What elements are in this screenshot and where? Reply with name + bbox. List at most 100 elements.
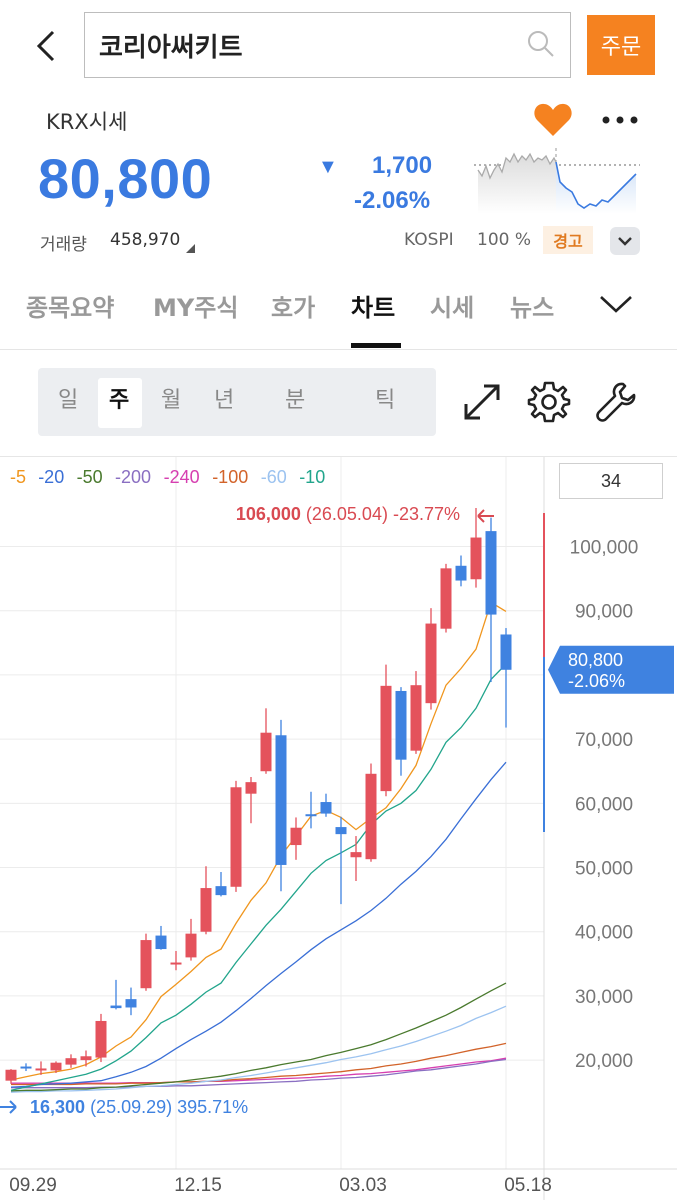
- candle-body: [395, 690, 407, 760]
- candle-body: [125, 999, 137, 1008]
- expand-arrows-icon[interactable]: [460, 380, 504, 424]
- ma-20-line: [10, 761, 507, 1088]
- candle-body: [410, 685, 422, 751]
- change-percent: -2.06%: [354, 187, 431, 214]
- tab-orderbook[interactable]: 호가: [271, 288, 315, 323]
- candle-body: [110, 1005, 122, 1009]
- intraday-mini-chart[interactable]: [474, 148, 640, 214]
- stock-search-input[interactable]: [99, 30, 519, 60]
- back-button[interactable]: [22, 22, 70, 70]
- change-amount: 1,700: [372, 152, 433, 179]
- y-tick-label: 90,000: [575, 602, 633, 623]
- candle-body: [80, 1056, 92, 1061]
- gear-icon[interactable]: [527, 380, 571, 424]
- stock-search-field[interactable]: [84, 12, 571, 78]
- down-triangle-icon: ▼: [318, 156, 338, 178]
- margin-rate-label: 100 %: [477, 230, 532, 250]
- volume-corner-indicator: [186, 244, 195, 253]
- order-button[interactable]: 주문: [587, 15, 655, 75]
- current-price-tag-value: 80,800: [568, 650, 623, 670]
- low-price-detail: (25.09.29) 395.71%: [90, 1097, 248, 1117]
- tab-chart[interactable]: 차트: [351, 288, 395, 323]
- candle-body: [230, 787, 242, 887]
- chevron-left-icon: [36, 30, 55, 62]
- candle-body: [95, 1020, 107, 1058]
- candle-body: [215, 886, 227, 896]
- ma-10-line: [10, 663, 507, 1091]
- search-icon[interactable]: [526, 29, 556, 59]
- more-dots-icon[interactable]: [600, 108, 640, 132]
- volume-value: 458,970: [110, 230, 181, 250]
- x-tick-label: 12.15: [174, 1175, 222, 1196]
- tab-bar: 종목요약 MY주식 호가 차트 시세 뉴스: [0, 280, 677, 350]
- tab-my-stock[interactable]: MY주식: [153, 288, 238, 323]
- market-label: KRX시세: [46, 110, 128, 134]
- volume-label: 거래량: [40, 235, 87, 255]
- candle-body: [65, 1058, 77, 1065]
- expand-quote-button[interactable]: [610, 227, 640, 255]
- candle-body: [485, 531, 497, 615]
- tab-summary[interactable]: 종목요약: [26, 288, 114, 323]
- candle-body: [155, 935, 167, 950]
- candle-body: [440, 568, 452, 629]
- candle-body: [470, 537, 482, 580]
- heart-icon[interactable]: [533, 102, 573, 138]
- candle-body: [275, 735, 287, 865]
- period-month[interactable]: 월: [161, 382, 181, 414]
- candle-body: [170, 962, 182, 965]
- candle-body: [245, 782, 257, 794]
- y-tick-label: 100,000: [570, 538, 639, 559]
- period-week[interactable]: 주: [109, 382, 129, 414]
- weekly-price-chart[interactable]: 20,00030,00040,00050,00060,00070,00080,0…: [0, 456, 677, 1200]
- warning-badge[interactable]: 경고: [543, 226, 593, 254]
- candle-body: [305, 814, 317, 817]
- chevron-down-icon[interactable]: [598, 292, 634, 316]
- candle-body: [500, 634, 512, 670]
- low-price-value: 16,300: [30, 1097, 90, 1117]
- mini-chart-prev-line: [478, 154, 556, 214]
- candle-body: [320, 802, 332, 814]
- tab-news[interactable]: 뉴스: [510, 288, 554, 323]
- current-price-tag-percent: -2.06%: [568, 671, 625, 691]
- current-price: 80,800: [38, 147, 213, 210]
- high-price-detail: (26.05.04) -23.77%: [306, 504, 460, 524]
- ma-100-line: [11, 1042, 507, 1086]
- x-tick-label: 09.29: [9, 1175, 57, 1196]
- candle-body: [185, 933, 197, 958]
- y-tick-label: 50,000: [575, 859, 633, 880]
- market-index-label: KOSPI: [404, 230, 454, 250]
- candle-body: [380, 685, 392, 792]
- candle-body: [365, 773, 377, 860]
- candle-body: [50, 1062, 62, 1071]
- tab-quotes[interactable]: 시세: [430, 288, 474, 323]
- period-day[interactable]: 일: [58, 382, 78, 414]
- candle-body: [425, 623, 437, 704]
- y-tick-label: 70,000: [575, 730, 633, 751]
- chevron-down-icon: [618, 237, 632, 246]
- candle-body: [5, 1069, 17, 1081]
- candle-count-box[interactable]: 34: [559, 463, 663, 499]
- candle-body: [140, 940, 152, 989]
- period-tick[interactable]: 틱: [375, 382, 395, 414]
- candlestick-chart[interactable]: 20,00030,00040,00050,00060,00070,00080,0…: [0, 457, 677, 1200]
- ma-legend-item: -100: [212, 467, 248, 487]
- high-price-annotation: 106,000 (26.05.04) -23.77%: [236, 504, 460, 524]
- high-price-value: 106,000: [236, 504, 306, 524]
- ma-240-line: [11, 1057, 507, 1084]
- ma-legend-item: -5: [10, 467, 26, 487]
- y-tick-label: 20,000: [575, 1051, 633, 1072]
- y-tick-label: 40,000: [575, 923, 633, 944]
- x-tick-label: 05.18: [504, 1175, 552, 1196]
- ma-legend-item: -60: [261, 467, 287, 487]
- candle-body: [350, 852, 362, 858]
- candle-body: [455, 565, 467, 581]
- ma-legend-item: -50: [77, 467, 103, 487]
- candle-body: [200, 888, 212, 932]
- y-tick-label: 30,000: [575, 987, 633, 1008]
- wrench-icon[interactable]: [594, 380, 638, 424]
- candle-body: [260, 732, 272, 772]
- period-year[interactable]: 년: [214, 382, 234, 414]
- ma-legend-item: -240: [164, 467, 200, 487]
- period-minute[interactable]: 분: [285, 382, 305, 414]
- ma-legend-item: -200: [115, 467, 151, 487]
